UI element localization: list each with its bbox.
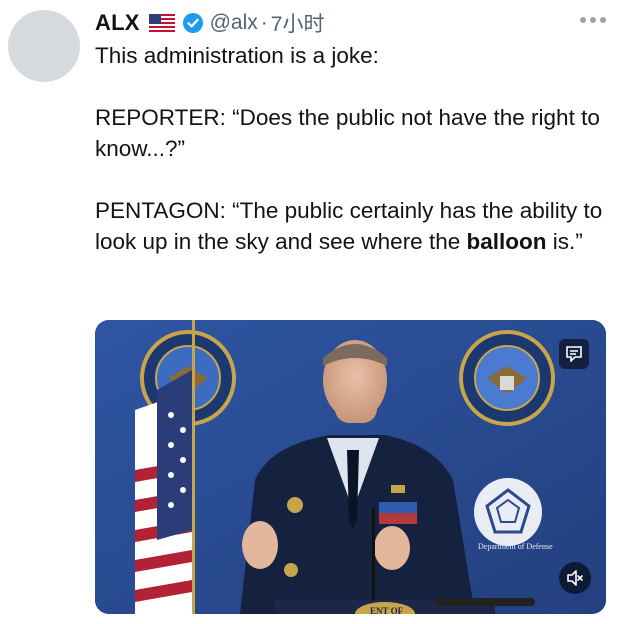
- microphone: [435, 598, 535, 606]
- verified-badge-icon: [182, 12, 204, 34]
- pentagon-logo-icon: [474, 478, 542, 546]
- avatar[interactable]: [8, 10, 80, 82]
- timestamp[interactable]: 7小时: [271, 8, 325, 38]
- tweet-line-intro: This administration is a joke:: [95, 43, 379, 68]
- us-flag-icon: [148, 14, 175, 32]
- more-options-icon[interactable]: [580, 16, 606, 24]
- balloon-bold-text: balloon: [466, 229, 547, 254]
- video-player[interactable]: Department of Defense ENT OF: [95, 320, 606, 614]
- tweet-line-pentagon: PENTAGON: “The public certainly has the …: [95, 195, 610, 257]
- seal-right-icon: [459, 330, 555, 426]
- dot-separator: ·: [260, 11, 268, 34]
- podium-text: ENT OF: [370, 606, 404, 614]
- speaker-muted-icon: [567, 570, 583, 586]
- tweet-text: This administration is a joke: REPORTER:…: [95, 40, 610, 257]
- caption-button[interactable]: [559, 339, 589, 369]
- tweet-header: ALX @alx · 7小时: [95, 8, 324, 38]
- tweet-line-reporter: REPORTER: “Does the public not have the …: [95, 105, 600, 161]
- mute-button[interactable]: [559, 562, 591, 594]
- user-handle[interactable]: @alx: [210, 11, 258, 35]
- sign-text: Department of Defense: [478, 542, 553, 551]
- caption-icon: [566, 346, 582, 362]
- pentagon-text-end: is.”: [546, 229, 583, 254]
- display-name[interactable]: ALX: [95, 10, 140, 36]
- video-frame: Department of Defense ENT OF: [95, 320, 606, 614]
